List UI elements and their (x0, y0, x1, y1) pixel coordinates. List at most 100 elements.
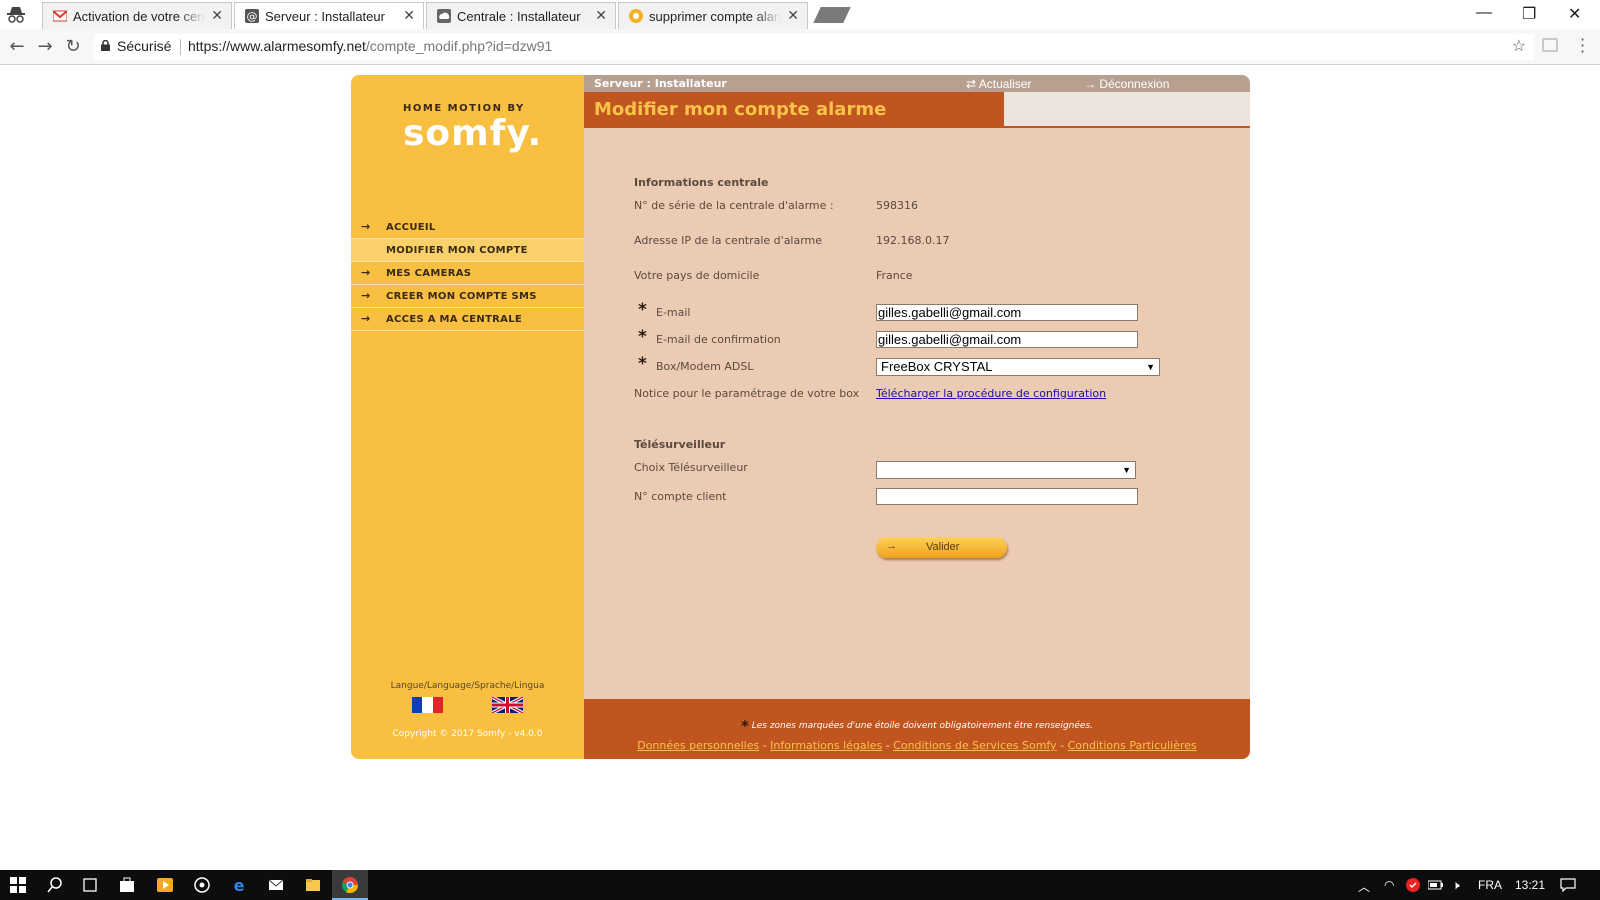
taskbar: e ︿ ◠ 🕨 FRA 13:21 (0, 870, 1600, 900)
sidebar-item-compte-sms[interactable]: → CREER MON COMPTE SMS (351, 285, 584, 308)
choice-label: Choix Télésurveilleur (634, 461, 748, 474)
footer-link-donnees[interactable]: Données personnelles (637, 739, 759, 752)
cast-icon[interactable] (1542, 38, 1558, 52)
tab-gmail[interactable]: Activation de votre centr ✕ (42, 2, 232, 29)
email-confirm-field[interactable]: gilles.gabelli@gmail.com (876, 331, 1138, 348)
tab-title: Centrale : Installateur (457, 9, 581, 24)
language-indicator[interactable]: FRA (1478, 878, 1502, 892)
back-icon[interactable]: ← (7, 37, 27, 57)
account-number-field[interactable] (876, 488, 1138, 505)
sidebar-item-accueil[interactable]: → ACCUEIL (351, 216, 584, 239)
mail-icon[interactable] (268, 877, 284, 893)
country-value: France (876, 269, 913, 282)
section-telesurveilleur: Télésurveilleur (634, 438, 726, 451)
edge-icon[interactable]: e (231, 877, 247, 893)
store-icon[interactable] (119, 877, 135, 893)
footer-link-informations[interactable]: Informations légales (770, 739, 882, 752)
download-procedure-link[interactable]: Télécharger la procédure de configuratio… (876, 387, 1106, 400)
show-hidden-icons-icon[interactable]: ︿ (1358, 878, 1370, 895)
minimize-icon[interactable]: — (1476, 4, 1492, 22)
close-tab-icon[interactable]: ✕ (403, 7, 415, 24)
title-row: Modifier mon compte alarme (584, 92, 1250, 128)
country-label: Votre pays de domicile (634, 269, 760, 282)
menu-icon[interactable]: · · · (1580, 32, 1585, 60)
task-view-icon[interactable] (82, 877, 98, 893)
footer: * Les zones marquées d'une étoile doiven… (584, 699, 1250, 759)
account-label: N° compte client (634, 490, 727, 503)
reload-icon[interactable]: ↻ (63, 37, 83, 57)
svg-text:@: @ (247, 10, 258, 23)
footer-link-conditions-services[interactable]: Conditions de Services Somfy (893, 739, 1056, 752)
close-tab-icon[interactable]: ✕ (787, 7, 799, 24)
title-tab: Modifier mon compte alarme (584, 92, 1004, 128)
new-tab-button[interactable] (813, 7, 851, 23)
server-label: Serveur : Installateur (594, 77, 727, 90)
battery-icon[interactable] (1428, 879, 1444, 891)
serial-value: 598316 (876, 199, 918, 212)
windows-start-icon[interactable] (10, 877, 26, 893)
language-label: Langue/Language/Sprache/Lingua (390, 681, 545, 691)
file-explorer-icon[interactable] (305, 877, 321, 893)
footer-links: Données personnelles - Informations léga… (637, 739, 1197, 752)
email-confirm-label: E-mail de confirmation (656, 333, 781, 346)
main-content: Serveur : Installateur ⇄ Actualiser → Dé… (584, 75, 1250, 759)
tab-serveur[interactable]: @ Serveur : Installateur ✕ (234, 2, 424, 29)
clock[interactable]: 13:21 (1515, 878, 1545, 892)
somfy-icon (629, 9, 643, 23)
required-note: * Les zones marquées d'une étoile doiven… (740, 717, 1093, 735)
notice-label: Notice pour le paramétrage de votre box (634, 387, 860, 400)
box-select[interactable]: FreeBox CRYSTAL ▼ (876, 358, 1160, 376)
wifi-icon[interactable]: ◠ (1384, 878, 1394, 892)
tab-title: supprimer compte alarm (649, 9, 781, 24)
chrome-taskbar-button[interactable] (332, 870, 368, 900)
refresh-link[interactable]: ⇄ Actualiser (966, 77, 1031, 91)
french-flag-icon[interactable] (412, 697, 443, 713)
url-text[interactable]: https://www.alarmesomfy.net/compte_modif… (188, 38, 552, 54)
email-field[interactable]: gilles.gabelli@gmail.com (876, 304, 1138, 321)
copyright: Copyright © 2017 Somfy - v4.0.0 (392, 729, 543, 739)
media-player-icon[interactable] (157, 877, 173, 893)
bookmark-star-icon[interactable]: ☆ (1512, 36, 1526, 56)
notifications-icon[interactable] (1560, 878, 1576, 892)
sidebar-nav: → ACCUEIL MODIFIER MON COMPTE → MES CAMERA… (351, 216, 584, 331)
arrow-right-icon: → (361, 220, 371, 233)
sidebar-item-acces-centrale[interactable]: → ACCES A MA CENTRALE (351, 308, 584, 331)
close-tab-icon[interactable]: ✕ (595, 7, 607, 24)
antivirus-icon[interactable] (1406, 878, 1420, 892)
restore-icon[interactable]: ❐ (1522, 4, 1536, 24)
refresh-icon: ⇄ (966, 77, 977, 91)
web-page: HOME MOTION BY somfy. → ACCUEIL MODIFIER … (0, 65, 1600, 870)
tab-supprimer[interactable]: supprimer compte alarm ✕ (618, 2, 808, 29)
footer-link-conditions-particulieres[interactable]: Conditions Particulières (1068, 739, 1197, 752)
top-bar: Serveur : Installateur ⇄ Actualiser → Dé… (584, 75, 1250, 92)
address-bar[interactable]: Sécurisé https://www.alarmesomfy.net/com… (94, 34, 1534, 60)
tab-centrale[interactable]: Centrale : Installateur ✕ (426, 2, 616, 29)
required-asterisk: * (638, 354, 647, 374)
arrow-right-icon: → (361, 312, 371, 325)
box-select-value: FreeBox CRYSTAL (881, 359, 993, 374)
arrow-right-icon: → (361, 289, 371, 302)
close-tab-icon[interactable]: ✕ (211, 7, 223, 24)
uk-flag-icon[interactable] (492, 697, 523, 713)
submit-button[interactable]: → Valider (876, 537, 1007, 558)
tab-title: Serveur : Installateur (265, 9, 385, 24)
page-title: Modifier mon compte alarme (594, 99, 887, 120)
lock-icon (101, 40, 110, 51)
required-asterisk: * (638, 300, 647, 320)
sidebar-item-cameras[interactable]: → MES CAMERAS (351, 262, 584, 285)
gmail-icon (53, 10, 67, 22)
volume-icon[interactable]: 🕨 (1452, 878, 1460, 893)
logout-link[interactable]: → Déconnexion (1084, 77, 1169, 91)
incognito-icon (7, 7, 25, 23)
required-asterisk: * (638, 327, 647, 347)
somfy-frame: HOME MOTION BY somfy. → ACCUEIL MODIFIER … (351, 75, 1250, 759)
groove-icon[interactable] (194, 877, 210, 893)
search-icon[interactable] (47, 877, 63, 893)
sidebar-item-modifier-compte[interactable]: MODIFIER MON COMPTE (351, 239, 584, 262)
close-window-icon[interactable]: ✕ (1568, 4, 1581, 24)
separator (180, 39, 181, 55)
secure-label: Sécurisé (117, 38, 172, 54)
ip-value: 192.168.0.17 (876, 234, 950, 247)
forward-icon[interactable]: → (35, 37, 55, 57)
telesurveilleur-select[interactable]: ▼ (876, 461, 1136, 479)
